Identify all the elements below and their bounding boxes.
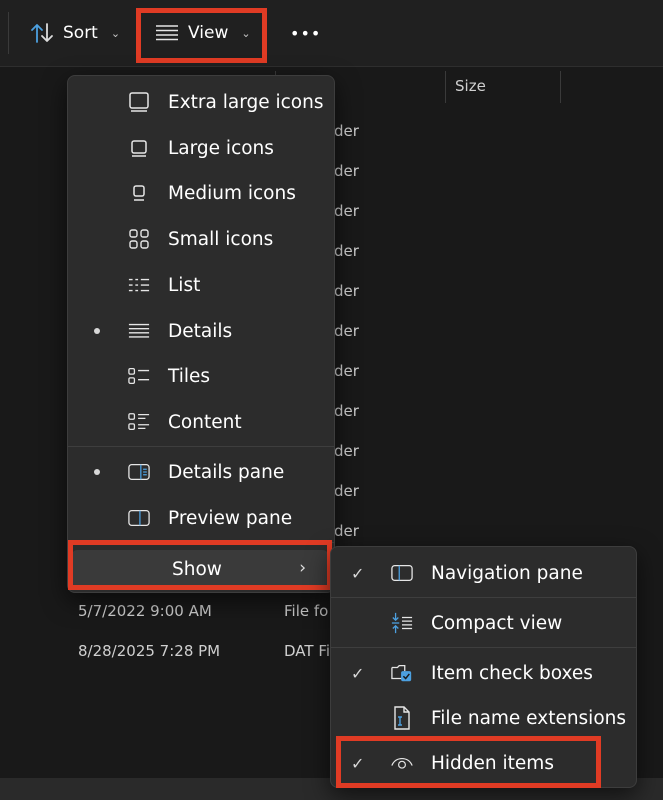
row-type-fragment[interactable]: der — [334, 162, 359, 180]
row-type-fragment[interactable]: der — [334, 202, 359, 220]
menu-item-extra-large-icons[interactable]: Extra large icons — [68, 80, 334, 124]
menu-item-label: Large icons — [168, 137, 274, 159]
file-name-extensions-icon — [391, 706, 413, 730]
row-type-fragment[interactable]: der — [334, 322, 359, 340]
menu-item-label: Medium icons — [168, 182, 296, 204]
menu-item-label: Small icons — [168, 228, 274, 250]
menu-item-content[interactable]: Content — [68, 400, 334, 444]
row-type[interactable]: DAT Fi — [284, 642, 330, 660]
menu-item-details-pane[interactable]: Details pane — [68, 450, 334, 494]
menu-item-label: List — [168, 274, 201, 296]
submenu-item-item-check-boxes[interactable]: ✓ Item check boxes — [331, 651, 636, 695]
chevron-right-icon: › — [299, 558, 306, 578]
list-icon — [128, 274, 150, 296]
row-type-fragment[interactable]: der — [334, 522, 359, 540]
row-date[interactable]: 5/7/2022 9:00 AM — [78, 602, 212, 620]
navigation-pane-icon — [391, 562, 413, 584]
view-label: View — [188, 23, 229, 43]
selected-bullet — [94, 469, 100, 475]
submenu-item-compact-view[interactable]: Compact view — [331, 601, 636, 645]
row-type-fragment[interactable]: der — [334, 442, 359, 460]
menu-item-show[interactable]: Show › — [72, 550, 328, 588]
submenu-item-label: Navigation pane — [431, 562, 583, 584]
more-icon: ••• — [290, 23, 322, 43]
preview-pane-icon — [128, 507, 150, 529]
submenu-item-file-name-extensions[interactable]: File name extensions — [331, 696, 636, 740]
large-icons-icon — [128, 137, 150, 159]
submenu-item-label: Hidden items — [431, 752, 554, 774]
submenu-item-label: Compact view — [431, 612, 563, 634]
row-date[interactable]: 8/28/2025 7:28 PM — [78, 642, 220, 660]
details-pane-icon — [128, 461, 150, 483]
menu-item-list[interactable]: List — [68, 263, 334, 307]
chevron-down-icon: ⌄ — [241, 26, 251, 40]
menu-item-label: Preview pane — [168, 507, 293, 529]
row-type-fragment[interactable]: der — [334, 122, 359, 140]
compact-view-icon — [391, 612, 413, 634]
content-icon — [128, 411, 150, 433]
chevron-down-icon: ⌄ — [110, 26, 121, 40]
item-check-boxes-icon — [391, 662, 413, 684]
view-details-icon — [155, 24, 179, 42]
more-options-button[interactable]: ••• — [290, 14, 321, 52]
checkmark-icon: ✓ — [351, 563, 365, 583]
extra-large-icons-icon — [128, 91, 150, 113]
row-type-fragment[interactable]: der — [334, 482, 359, 500]
menu-item-details[interactable]: Details — [68, 309, 334, 353]
selected-bullet — [94, 328, 100, 334]
column-divider[interactable] — [560, 71, 561, 103]
column-divider[interactable] — [445, 71, 446, 103]
small-icons-icon — [128, 228, 150, 250]
sort-icon — [30, 22, 54, 44]
row-type-fragment[interactable]: der — [334, 282, 359, 300]
medium-icons-icon — [128, 182, 150, 204]
toolbar-divider — [8, 12, 9, 54]
menu-item-label: Content — [168, 411, 242, 433]
tiles-icon — [128, 365, 150, 387]
sort-button[interactable]: Sort ⌄ — [30, 14, 120, 52]
menu-separator — [331, 597, 636, 598]
sort-label: Sort — [63, 23, 98, 43]
menu-item-label: Details pane — [168, 461, 285, 483]
column-header-size[interactable]: Size — [455, 77, 486, 95]
details-icon — [128, 320, 150, 342]
submenu-item-label: File name extensions — [431, 707, 627, 729]
submenu-item-navigation-pane[interactable]: ✓ Navigation pane — [331, 551, 636, 595]
checkmark-icon: ✓ — [351, 663, 365, 683]
view-menu: Extra large icons Large icons Medium ico… — [67, 75, 335, 593]
menu-item-large-icons[interactable]: Large icons — [68, 126, 334, 170]
menu-item-label: Extra large icons — [168, 91, 324, 113]
row-type[interactable]: File fo — [284, 602, 328, 620]
submenu-item-hidden-items[interactable]: ✓ Hidden items — [331, 741, 636, 785]
menu-item-label: Tiles — [168, 365, 211, 387]
menu-separator — [331, 647, 636, 648]
menu-item-label: Show — [172, 559, 222, 580]
menu-item-tiles[interactable]: Tiles — [68, 354, 334, 398]
menu-separator — [68, 542, 334, 543]
menu-item-medium-icons[interactable]: Medium icons — [68, 171, 334, 215]
row-type-fragment[interactable]: der — [334, 362, 359, 380]
menu-item-small-icons[interactable]: Small icons — [68, 217, 334, 261]
menu-separator — [68, 446, 334, 447]
submenu-item-label: Item check boxes — [431, 662, 593, 684]
checkmark-icon: ✓ — [351, 753, 365, 773]
command-bar: Sort ⌄ View ⌄ ••• — [0, 0, 663, 67]
menu-item-label: Details — [168, 320, 233, 342]
row-type-fragment[interactable]: der — [334, 242, 359, 260]
view-button[interactable]: View ⌄ — [155, 14, 251, 52]
show-submenu: ✓ Navigation pane Compact view ✓ Item ch… — [330, 546, 637, 788]
menu-item-preview-pane[interactable]: Preview pane — [68, 496, 334, 540]
hidden-items-icon — [391, 752, 413, 774]
row-type-fragment[interactable]: der — [334, 402, 359, 420]
